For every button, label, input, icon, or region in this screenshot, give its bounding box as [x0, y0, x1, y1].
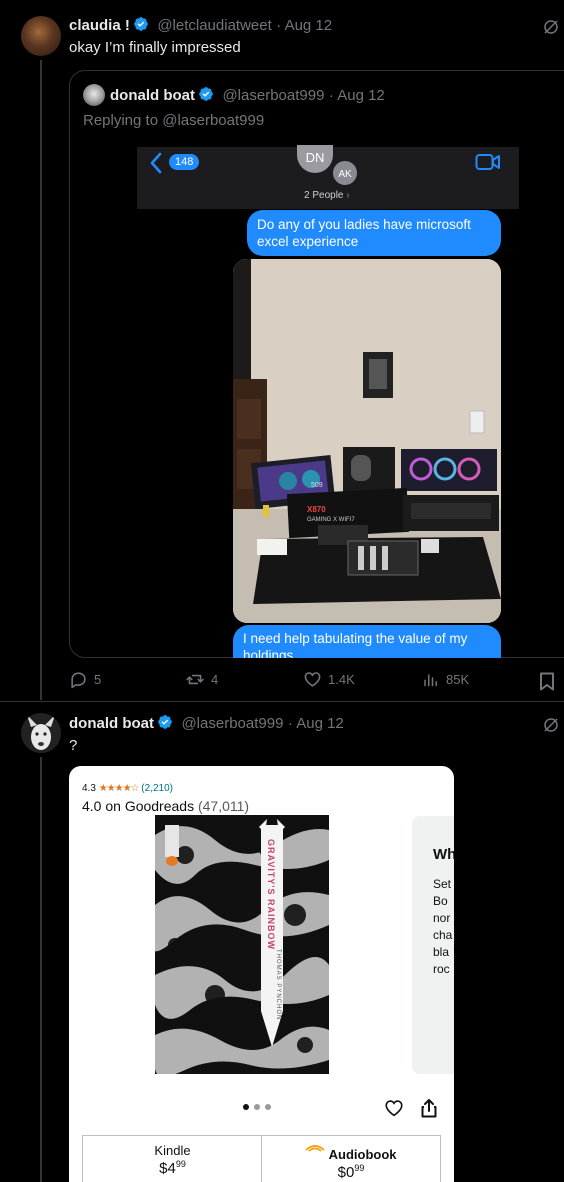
dot-active [243, 1104, 249, 1110]
thread-line [40, 60, 42, 700]
star-rating-icon: ★★★★☆ [98, 783, 140, 794]
dot [254, 1104, 260, 1110]
replying-to[interactable]: Replying to @laserboat999 [83, 112, 264, 129]
avatar-claudia[interactable] [21, 16, 61, 56]
unread-badge[interactable]: 148 [169, 154, 200, 170]
chevron-left-icon[interactable] [149, 152, 163, 174]
goodreads-row: 4.0 on Goodreads (47,011) [82, 798, 249, 814]
amazon-screenshot[interactable]: 4.3 ★★★★☆ (2,210) 4.0 on Goodreads (47,0… [69, 766, 454, 1182]
display-name[interactable]: claudia ! [69, 17, 130, 34]
quote-handle[interactable]: @laserboat999 [222, 87, 324, 104]
avatar-donald-small[interactable] [83, 84, 105, 106]
kindle-price: $499 [159, 1159, 186, 1177]
bookmark-icon[interactable] [539, 672, 555, 691]
goodreads-rating: 4.0 on Goodreads [82, 798, 195, 814]
tweet-header: claudia ! @letclaudiatweet · Aug 12 [69, 17, 333, 34]
people-count[interactable]: 2 People › [304, 190, 350, 201]
grok-icon[interactable] [542, 18, 560, 36]
handle[interactable]: @letclaudiatweet [157, 17, 271, 34]
like-count: 1.4K [328, 672, 355, 687]
kindle-label: Kindle [154, 1143, 191, 1158]
quote-display-name[interactable]: donald boat [110, 87, 195, 104]
views-button[interactable]: 85K [422, 670, 469, 689]
tweet-2-text: ? [69, 737, 78, 754]
reply-count: 5 [94, 672, 102, 687]
side-heading: Wh [433, 846, 454, 863]
book-cover-image[interactable]: GRAVITY'S RAINBOW THOMAS PYNCHON [155, 815, 329, 1074]
reply-button[interactable]: 5 [69, 670, 101, 689]
book-title: GRAVITY'S RAINBOW [266, 839, 276, 950]
rating-count[interactable]: (2,210) [141, 783, 173, 794]
share-icon[interactable] [421, 1098, 437, 1118]
audiobook-label-row: Audiobook [262, 1143, 440, 1162]
imessage-header: 148 DN AK 2 People › [137, 145, 519, 209]
verified-badge-icon [199, 87, 213, 101]
display-name[interactable]: donald boat [69, 715, 154, 732]
pc-parts-photo: X870 GAMING X WIFI7 509 [233, 259, 501, 623]
format-kindle[interactable]: Kindle $499 [82, 1135, 262, 1182]
book-cover-art: GRAVITY'S RAINBOW THOMAS PYNCHON [155, 815, 329, 1074]
reply-icon [71, 672, 86, 689]
message-bubble-2: I need help tabulating the value of my h… [233, 625, 501, 658]
rating-row[interactable]: 4.3 ★★★★☆ (2,210) [82, 783, 173, 794]
photo-text-label: 509 [311, 482, 323, 489]
book-author: THOMAS PYNCHON [275, 949, 281, 1020]
dot [265, 1104, 271, 1110]
audiobook-price: $099 [337, 1163, 365, 1181]
video-call-icon[interactable] [475, 153, 501, 171]
photo-text-brand: GAMING X WIFI7 [307, 517, 355, 523]
audible-icon [305, 1145, 326, 1152]
audiobook-label: Audiobook [328, 1147, 397, 1162]
grok-icon[interactable] [542, 716, 560, 734]
verified-badge-icon [134, 17, 148, 31]
side-text: Set Bo nor cha bla roc [433, 877, 453, 976]
thread-line-2 [40, 757, 42, 1182]
timestamp[interactable]: Aug 12 [285, 17, 333, 34]
carousel-dots[interactable] [243, 1104, 271, 1110]
side-panel: Wh Set Bo nor cha bla roc [412, 816, 454, 1074]
format-audiobook[interactable]: Audiobook $099 [261, 1135, 441, 1182]
handle[interactable]: @laserboat999 [181, 715, 283, 732]
photo-text-series: X870 [307, 505, 326, 514]
avatar-donald[interactable] [21, 713, 61, 753]
timestamp[interactable]: Aug 12 [296, 715, 344, 732]
divider [0, 701, 564, 702]
tweet-2-header: donald boat @laserboat999 · Aug 12 [69, 715, 344, 732]
quote-header: donald boat @laserboat999 · Aug 12 [110, 87, 385, 104]
cut-off-text [89, 766, 379, 768]
heart-icon[interactable] [384, 1099, 404, 1117]
like-button[interactable]: 1.4K [303, 670, 355, 689]
verified-badge-icon [158, 715, 172, 729]
views-icon [424, 674, 437, 687]
avatar-ak[interactable]: AK [331, 159, 359, 187]
repost-button[interactable]: 4 [185, 670, 218, 689]
repost-count: 4 [211, 672, 219, 687]
message-bubble-1: Do any of you ladies have microsoft exce… [247, 210, 501, 256]
avatar-dn[interactable]: DN [297, 145, 333, 173]
rating-value: 4.3 [82, 783, 96, 794]
views-count: 85K [446, 672, 470, 687]
goodreads-count: (47,011) [197, 798, 250, 814]
heart-icon [304, 672, 321, 687]
quote-timestamp[interactable]: Aug 12 [337, 87, 385, 104]
repost-icon [186, 674, 204, 685]
message-photo[interactable]: X870 GAMING X WIFI7 509 [233, 259, 501, 623]
dog-avatar-image [21, 713, 61, 753]
tweet-text: okay I’m finally impressed [69, 39, 241, 56]
